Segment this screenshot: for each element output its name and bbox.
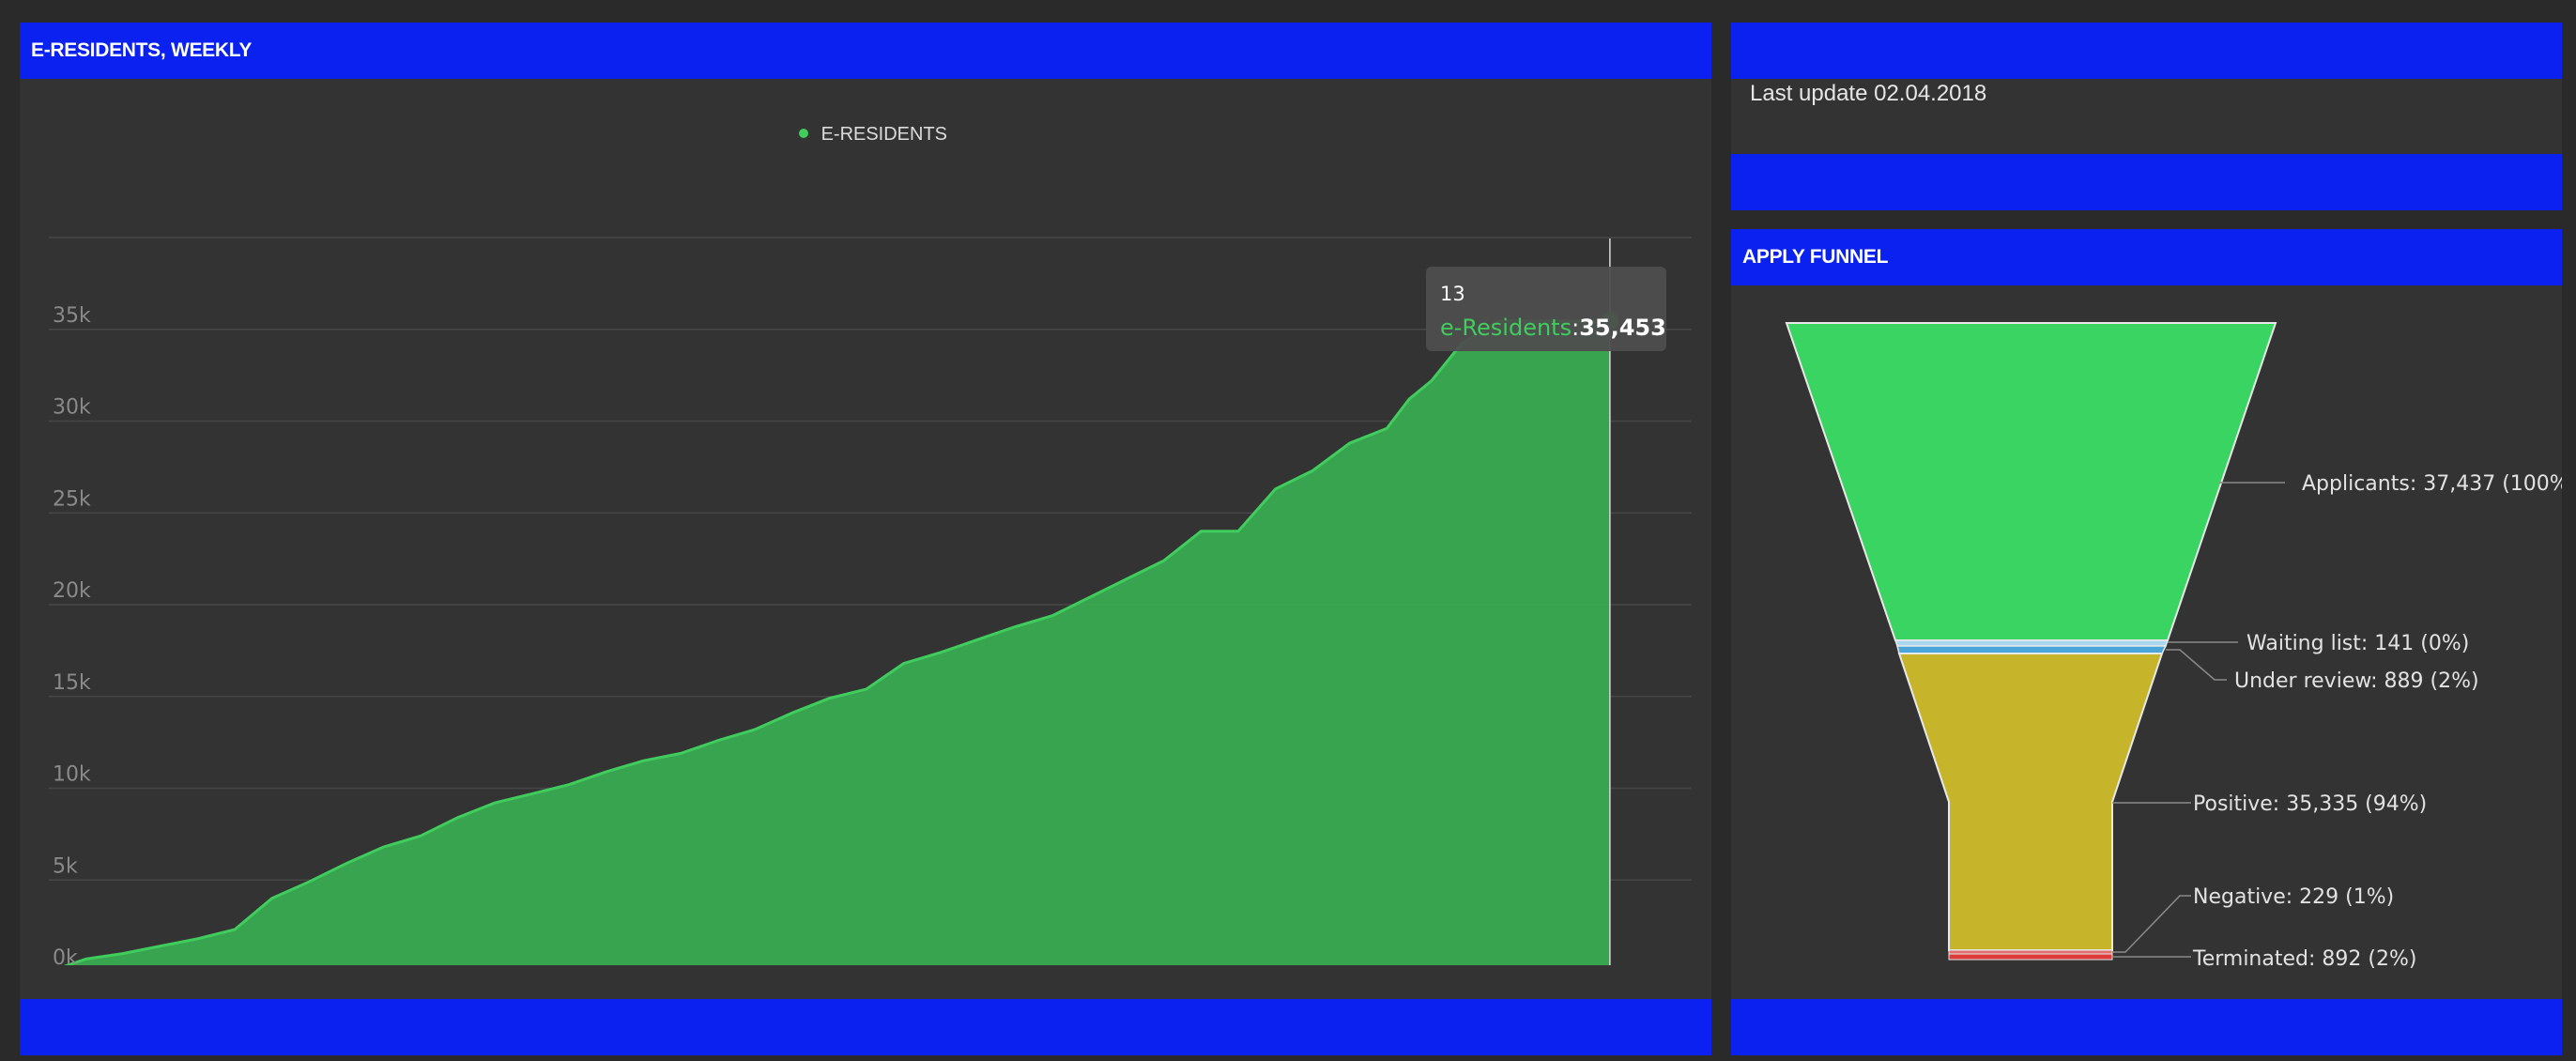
area-chart[interactable]: 0k5k10k15k20k25k30k35k201415353234311315… bbox=[20, 23, 1711, 965]
y-tick-label: 30k bbox=[53, 396, 91, 420]
status-footer-bar bbox=[1731, 154, 2562, 210]
last-update-text: Last update 02.04.2018 bbox=[1750, 81, 1987, 106]
funnel-label: Terminated: 892 (2%) bbox=[2192, 947, 2416, 971]
funnel-label: Waiting list: 141 (0%) bbox=[2246, 632, 2469, 655]
funnel-segment-positive bbox=[1897, 653, 2164, 951]
funnel-label: Applicants: 37,437 (100%) bbox=[2302, 472, 2562, 496]
funnel-segment-applicants bbox=[1785, 322, 2277, 641]
area-fill bbox=[68, 320, 1610, 965]
status-panel: Last update 02.04.2018 bbox=[1731, 23, 2562, 210]
y-tick-label: 25k bbox=[53, 487, 91, 511]
y-tick-label: 5k bbox=[53, 854, 78, 878]
funnel-segment-under-review bbox=[1896, 645, 2168, 654]
panel-footer-bar bbox=[20, 999, 1711, 1055]
tooltip-colon: : bbox=[1572, 315, 1579, 341]
status-header-bar bbox=[1731, 23, 2562, 79]
apply-funnel-panel: APPLY FUNNEL Applicants: 37,437 (100%) Wa… bbox=[1731, 229, 2562, 1055]
funnel-label: Under review: 889 (2%) bbox=[2234, 669, 2479, 693]
y-tick-label: 15k bbox=[53, 671, 91, 695]
tooltip-value: 35,453 bbox=[1579, 315, 1666, 341]
funnel-connector bbox=[2166, 649, 2227, 681]
y-tick-label: 0k bbox=[53, 946, 78, 965]
y-tick-label: 20k bbox=[53, 579, 91, 603]
funnel-label: Negative: 229 (1%) bbox=[2193, 885, 2394, 909]
e-residents-weekly-panel: E-RESIDENTS, WEEKLY E-RESIDENTS 0k 5k 10k 1… bbox=[20, 23, 1711, 1055]
funnel-segment-negative bbox=[1948, 949, 2113, 955]
tooltip-series-label: e-Residents bbox=[1440, 315, 1572, 341]
funnel-chart[interactable]: Applicants: 37,437 (100%) Waiting list: 1… bbox=[1731, 229, 2562, 999]
y-tick-label: 10k bbox=[53, 763, 91, 787]
funnel-segment-terminated bbox=[1948, 953, 2113, 961]
funnel-footer-bar bbox=[1731, 999, 2562, 1055]
funnel-label: Positive: 35,335 (94%) bbox=[2193, 792, 2427, 816]
funnel-segment-waiting-list bbox=[1894, 639, 2170, 647]
tooltip-week: 13 bbox=[1440, 283, 1465, 305]
y-tick-label: 35k bbox=[53, 304, 91, 328]
funnel-connector bbox=[2112, 895, 2191, 953]
